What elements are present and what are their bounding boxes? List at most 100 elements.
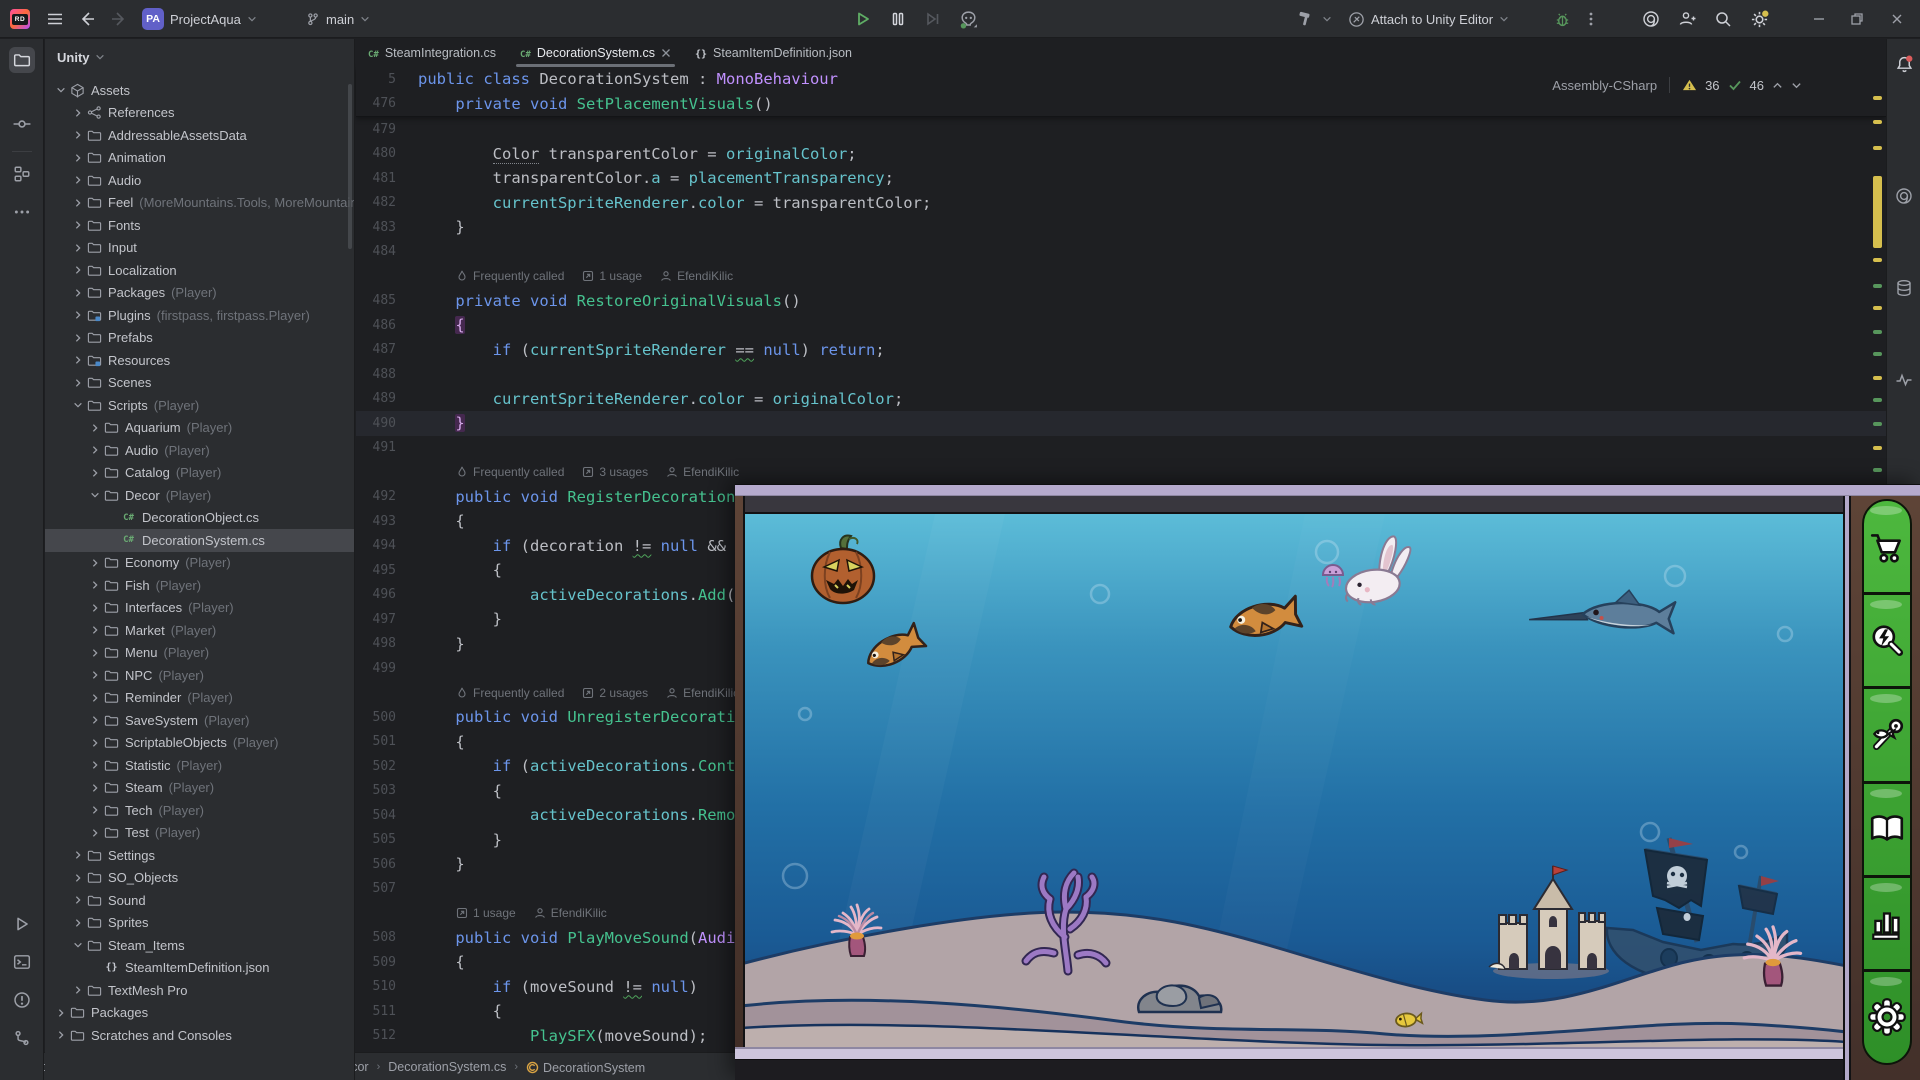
lens-frequently-called[interactable]: Frequently called xyxy=(456,465,564,479)
tree-item-audio[interactable]: Audio xyxy=(45,169,354,192)
chevron-right-icon[interactable] xyxy=(70,847,86,863)
chevron-right-icon[interactable] xyxy=(87,712,103,728)
chevron-right-icon[interactable] xyxy=(87,622,103,638)
chevron-right-icon[interactable] xyxy=(70,195,86,211)
warning-stripe-mark[interactable] xyxy=(1873,376,1882,380)
line-number[interactable]: 480 xyxy=(356,146,418,161)
line-number[interactable]: 489 xyxy=(356,391,418,406)
line-number[interactable]: 501 xyxy=(356,734,418,749)
tree-item-steam-items[interactable]: Steam_Items xyxy=(45,934,354,957)
prev-issue-chevron-icon[interactable] xyxy=(1772,80,1783,91)
chevron-right-icon[interactable] xyxy=(70,330,86,346)
line-number[interactable]: 491 xyxy=(356,440,418,455)
line-number[interactable]: 497 xyxy=(356,612,418,627)
chevron-right-icon[interactable] xyxy=(70,375,86,391)
chevron-right-icon[interactable] xyxy=(87,645,103,661)
warning-stripe-mark[interactable] xyxy=(1873,96,1882,100)
project-selector[interactable]: PA ProjectAqua xyxy=(136,0,263,38)
tree-item-decorationobject-cs[interactable]: C#DecorationObject.cs xyxy=(45,507,354,530)
tree-item-resources[interactable]: Resources xyxy=(45,349,354,372)
window-close-icon[interactable] xyxy=(1884,0,1910,38)
build-config-chevron-icon[interactable] xyxy=(1316,0,1338,38)
tree-item-input[interactable]: Input xyxy=(45,237,354,260)
line-number[interactable]: 482 xyxy=(356,195,418,210)
line-number[interactable]: 488 xyxy=(356,367,418,382)
more-tools-icon[interactable] xyxy=(9,199,35,225)
lens-3-usages[interactable]: 3 usages xyxy=(582,465,648,479)
game-toolbar-cart-button[interactable] xyxy=(1864,501,1910,595)
line-number[interactable]: 484 xyxy=(356,244,418,259)
game-toolbar-magnifier-button[interactable] xyxy=(1864,595,1910,689)
run-config-attach-selector[interactable]: Attach to Unity Editor xyxy=(1342,0,1515,38)
line-number[interactable]: 494 xyxy=(356,538,418,553)
unity-game-window[interactable] xyxy=(735,484,1920,1080)
chevron-right-icon[interactable] xyxy=(70,217,86,233)
game-toolbar-gear-button[interactable] xyxy=(1864,972,1910,1063)
tree-item-market[interactable]: Market(Player) xyxy=(45,619,354,642)
tree-item-sound[interactable]: Sound xyxy=(45,889,354,912)
warning-stripe-mark[interactable] xyxy=(1873,120,1882,124)
chevron-right-icon[interactable] xyxy=(87,667,103,683)
game-toolbar-stats-button[interactable] xyxy=(1864,878,1910,972)
warning-stripe-mark[interactable] xyxy=(1873,146,1882,150)
chevron-right-icon[interactable] xyxy=(70,262,86,278)
window-restore-icon[interactable] xyxy=(1844,0,1870,38)
line-number[interactable]: 481 xyxy=(356,171,418,186)
more-kebab-icon[interactable] xyxy=(1578,0,1604,38)
line-number[interactable]: 512 xyxy=(356,1028,418,1043)
chevron-down-icon[interactable] xyxy=(70,397,86,413)
main-menu-hamburger-icon[interactable] xyxy=(40,0,70,38)
chevron-right-icon[interactable] xyxy=(87,780,103,796)
chevron-right-icon[interactable] xyxy=(87,577,103,593)
problems-tool-icon[interactable] xyxy=(9,987,35,1013)
lens-efendikilic[interactable]: EfendiKilic xyxy=(660,269,733,283)
lens-efendikilic[interactable]: EfendiKilic xyxy=(666,465,739,479)
chevron-right-icon[interactable] xyxy=(70,352,86,368)
close-icon[interactable] xyxy=(661,48,671,58)
line-number[interactable]: 499 xyxy=(356,661,418,676)
line-number[interactable]: 479 xyxy=(356,122,418,137)
warning-stripe-mark[interactable] xyxy=(1873,306,1882,310)
tree-item-npc[interactable]: NPC(Player) xyxy=(45,664,354,687)
breadcrumb-item-decorationsystem[interactable]: DecorationSystem xyxy=(526,1059,645,1075)
game-window-title-strip[interactable] xyxy=(735,484,1920,496)
commit-tool-icon[interactable] xyxy=(9,111,35,137)
line-number[interactable]: 490 xyxy=(356,416,418,431)
tree-item-addressableassetsdata[interactable]: AddressableAssetsData xyxy=(45,124,354,147)
lens-2-usages[interactable]: 2 usages xyxy=(582,686,648,700)
chevron-right-icon[interactable] xyxy=(87,735,103,751)
tree-item-scenes[interactable]: Scenes xyxy=(45,372,354,395)
vcs-tool-icon[interactable] xyxy=(9,1025,35,1051)
lens-frequently-called[interactable]: Frequently called xyxy=(456,269,564,283)
attach-unity-profiler-icon[interactable] xyxy=(952,0,985,38)
line-number[interactable]: 493 xyxy=(356,514,418,529)
line-number[interactable]: 486 xyxy=(356,318,418,333)
line-number[interactable]: 492 xyxy=(356,489,418,504)
line-number[interactable]: 508 xyxy=(356,930,418,945)
chevron-right-icon[interactable] xyxy=(70,870,86,886)
aquarium-scene[interactable] xyxy=(745,514,1843,1047)
tree-item-animation[interactable]: Animation xyxy=(45,147,354,170)
structure-tool-icon[interactable] xyxy=(9,161,35,187)
pause-button[interactable] xyxy=(884,0,912,38)
tree-item-scratches-and-consoles[interactable]: Scratches and Consoles xyxy=(45,1024,354,1047)
chevron-right-icon[interactable] xyxy=(87,442,103,458)
chevron-right-icon[interactable] xyxy=(70,150,86,166)
chevron-right-icon[interactable] xyxy=(70,105,86,121)
tab-decorationsystem-cs[interactable]: C#DecorationSystem.cs xyxy=(508,39,683,67)
tree-item-fish[interactable]: Fish(Player) xyxy=(45,574,354,597)
tree-item-savesystem[interactable]: SaveSystem(Player) xyxy=(45,709,354,732)
line-number[interactable]: 503 xyxy=(356,783,418,798)
ok-stripe-mark[interactable] xyxy=(1873,422,1882,426)
line-number[interactable]: 487 xyxy=(356,342,418,357)
tree-item-fonts[interactable]: Fonts xyxy=(45,214,354,237)
project-panel-header[interactable]: Unity xyxy=(57,45,105,69)
profiler-pulse-icon[interactable] xyxy=(1893,369,1915,391)
chevron-right-icon[interactable] xyxy=(87,825,103,841)
breadcrumb-item-decorationsystem-cs[interactable]: DecorationSystem.cs xyxy=(388,1060,506,1074)
tree-item-reminder[interactable]: Reminder(Player) xyxy=(45,687,354,710)
line-number[interactable]: 495 xyxy=(356,563,418,578)
tree-item-statistic[interactable]: Statistic(Player) xyxy=(45,754,354,777)
tab-steamitemdefinition-json[interactable]: {}SteamItemDefinition.json xyxy=(683,39,864,67)
line-number[interactable]: 507 xyxy=(356,881,418,896)
